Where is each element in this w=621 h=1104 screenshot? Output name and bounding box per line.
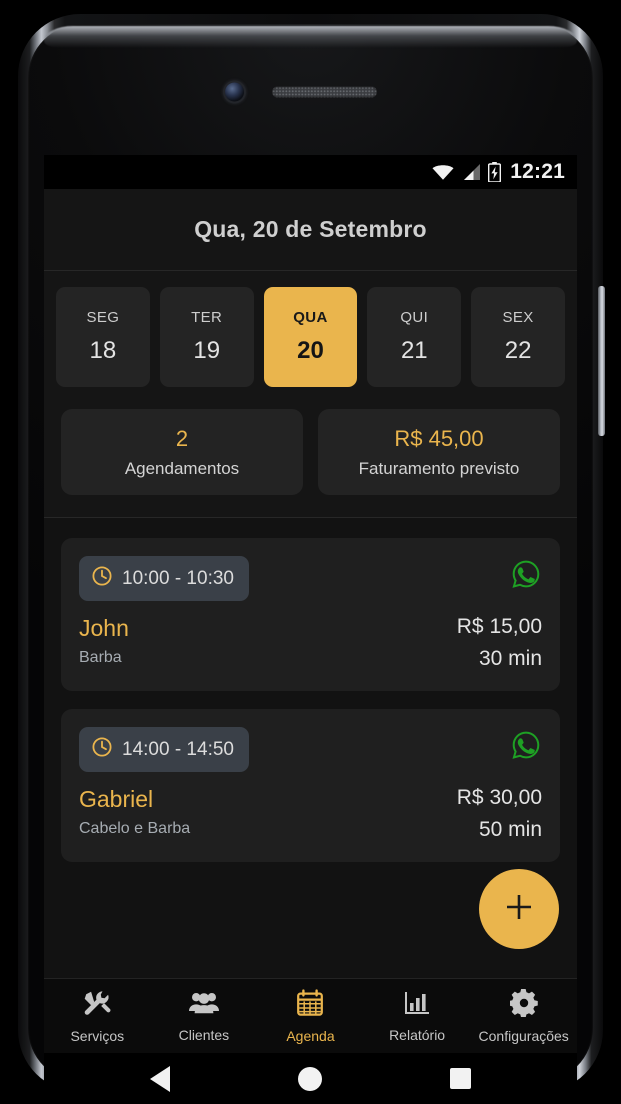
bottom-navigation: Serviços Clientes Agenda Relatório Confi… [44, 978, 577, 1053]
day-chip-qua[interactable]: QUA 20 [263, 287, 358, 387]
clock-icon [91, 565, 113, 592]
appointment-duration: 50 min [478, 818, 542, 841]
front-camera-icon [224, 82, 244, 102]
summary-stats: 2 Agendamentos R$ 45,00 Faturamento prev… [44, 405, 577, 518]
stat-card-appointments: 2 Agendamentos [61, 409, 303, 495]
appointment-service: Cabelo e Barba [79, 820, 191, 837]
day-chip-dow: SEX [502, 309, 534, 326]
nav-label: Relatório [389, 1026, 446, 1043]
stat-label: Faturamento previsto [358, 458, 520, 478]
status-bar-clock: 12:21 [510, 160, 565, 183]
appointment-meta: R$ 15,00 30 min [457, 615, 542, 671]
calendar-icon [296, 988, 324, 1022]
day-chip-dow: SEG [86, 309, 120, 326]
appointment-card-top: 10:00 - 10:30 [79, 556, 542, 601]
day-chip-number: 22 [504, 337, 532, 364]
add-appointment-fab[interactable] [479, 869, 559, 949]
android-system-nav [44, 1053, 577, 1104]
appointment-card-bottom: Gabriel Cabelo e Barba R$ 30,00 50 min [79, 786, 542, 842]
day-chip-qui[interactable]: QUI 21 [367, 287, 462, 387]
cellular-signal-icon [462, 163, 481, 181]
nav-item-agenda[interactable]: Agenda [257, 988, 364, 1044]
back-triangle-icon[interactable] [150, 1065, 170, 1092]
phone-screen: 12:21 Qua, 20 de Setembro SEG 18 TER 19 … [44, 155, 577, 1053]
appointment-card-top: 14:00 - 14:50 [79, 727, 542, 772]
day-chip-number: 18 [89, 337, 117, 364]
plus-icon [502, 890, 536, 929]
gear-icon [508, 988, 538, 1022]
app-header: Qua, 20 de Setembro [44, 189, 577, 271]
day-chip-ter[interactable]: TER 19 [159, 287, 254, 387]
appointment-service: Barba [79, 649, 122, 666]
stat-value: 2 [175, 425, 189, 451]
wifi-icon [431, 163, 455, 181]
whatsapp-icon[interactable] [510, 558, 542, 595]
clock-icon [91, 736, 113, 763]
phone-top-rim [44, 26, 577, 48]
nav-item-clientes[interactable]: Clientes [151, 990, 258, 1043]
power-button[interactable] [598, 286, 605, 436]
nav-item-configuracoes[interactable]: Configurações [470, 988, 577, 1044]
status-bar: 12:21 [44, 155, 577, 189]
appointment-list: 10:00 - 10:30 John Barba R$ 15,00 30 min… [44, 518, 577, 862]
whatsapp-icon[interactable] [510, 729, 542, 766]
appointment-time: 10:00 - 10:30 [122, 567, 234, 589]
appointment-card-bottom: John Barba R$ 15,00 30 min [79, 615, 542, 671]
appointment-time: 14:00 - 14:50 [122, 738, 234, 760]
day-chip-dow: QUA [293, 309, 328, 326]
day-chip-dow: QUI [400, 309, 429, 326]
people-group-icon [188, 990, 220, 1021]
appointment-time-chip: 10:00 - 10:30 [79, 556, 249, 601]
home-circle-icon[interactable] [298, 1066, 322, 1091]
appointment-price: R$ 30,00 [456, 786, 542, 809]
screenshot-stage: 12:21 Qua, 20 de Setembro SEG 18 TER 19 … [0, 0, 621, 1104]
tools-icon [82, 989, 112, 1022]
earpiece-speaker [271, 86, 377, 98]
nav-label: Agenda [286, 1027, 335, 1044]
stat-label: Agendamentos [124, 458, 240, 478]
appointment-client-name: Gabriel [79, 786, 154, 812]
appointment-meta: R$ 30,00 50 min [457, 786, 542, 842]
appointment-time-chip: 14:00 - 14:50 [79, 727, 249, 772]
appointment-card[interactable]: 10:00 - 10:30 John Barba R$ 15,00 30 min [61, 538, 560, 691]
day-chip-sex[interactable]: SEX 22 [471, 287, 565, 387]
stat-card-revenue: R$ 45,00 Faturamento previsto [318, 409, 560, 495]
appointment-card[interactable]: 14:00 - 14:50 Gabriel Cabelo e Barba R$ … [61, 709, 560, 862]
nav-label: Configurações [478, 1027, 569, 1044]
week-day-selector: SEG 18 TER 19 QUA 20 QUI 21 SEX 22 [44, 271, 577, 405]
day-chip-seg[interactable]: SEG 18 [56, 287, 150, 387]
appointment-client-name: John [79, 615, 129, 641]
appointment-duration: 30 min [478, 647, 542, 670]
nav-label: Clientes [178, 1026, 230, 1043]
appointment-price: R$ 15,00 [456, 615, 542, 638]
nav-label: Serviços [70, 1027, 125, 1044]
day-chip-dow: TER [191, 309, 223, 326]
bar-chart-icon [403, 990, 431, 1021]
nav-item-servicos[interactable]: Serviços [44, 989, 151, 1044]
battery-charging-icon [488, 162, 502, 182]
stat-value: R$ 45,00 [394, 425, 484, 451]
day-chip-number: 20 [297, 337, 324, 364]
appointment-client-block: John Barba [79, 615, 129, 667]
recents-square-icon[interactable] [450, 1068, 471, 1089]
day-chip-number: 19 [193, 337, 221, 364]
nav-item-relatorio[interactable]: Relatório [364, 990, 471, 1043]
page-title: Qua, 20 de Setembro [194, 216, 427, 242]
day-chip-number: 21 [400, 337, 428, 364]
appointment-client-block: Gabriel Cabelo e Barba [79, 786, 190, 838]
